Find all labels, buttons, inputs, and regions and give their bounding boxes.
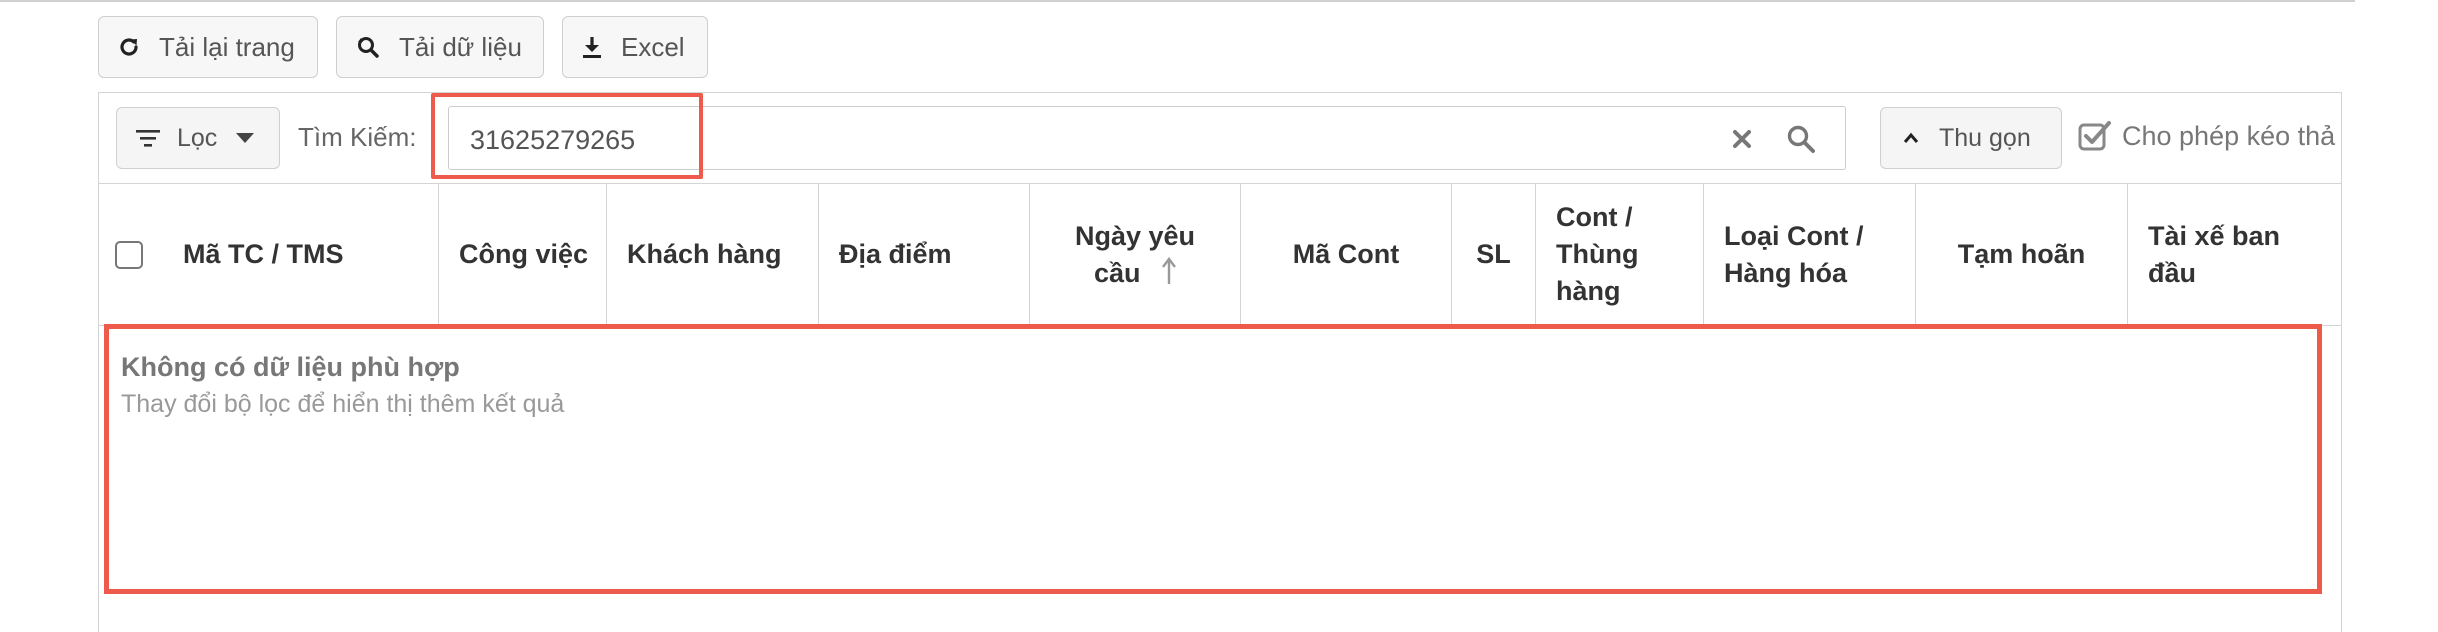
col-header-khach-hang[interactable]: Khách hàng <box>606 183 818 326</box>
filter-icon <box>136 130 160 147</box>
clear-search-icon[interactable] <box>1732 129 1752 149</box>
collapse-button[interactable]: Thu gọn <box>1880 107 2062 169</box>
col-header-cont-thung-hang[interactable]: Cont / Thùng hàng <box>1535 183 1703 326</box>
refresh-icon <box>120 38 138 56</box>
sort-ascending-icon <box>1162 256 1176 284</box>
reload-page-button[interactable]: Tải lại trang <box>98 16 318 78</box>
chevron-up-icon <box>1903 132 1919 143</box>
caret-down-icon <box>236 133 255 143</box>
checkbox-checked-icon[interactable] <box>2078 120 2112 152</box>
allow-drag-option[interactable]: Cho phép kéo thả <box>2078 120 2335 152</box>
col-header-ngay-yeu-cau[interactable]: Ngày yêu cầu <box>1029 183 1240 326</box>
allow-drag-label: Cho phép kéo thả <box>2122 120 2336 151</box>
col-header-cong-viec[interactable]: Công việc <box>438 183 606 326</box>
col-header-dia-diem[interactable]: Địa điểm <box>818 183 1029 326</box>
load-data-button[interactable]: Tải dữ liệu <box>336 16 544 78</box>
download-icon <box>583 37 601 58</box>
excel-export-button[interactable]: Excel <box>562 16 708 78</box>
select-all-checkbox[interactable] <box>115 241 143 269</box>
search-label: Tìm Kiếm: <box>298 122 417 152</box>
filter-label: Lọc <box>177 123 218 152</box>
search-sync-icon <box>358 37 379 58</box>
search-icon[interactable] <box>1786 124 1816 154</box>
reload-page-label: Tải lại trang <box>159 31 295 62</box>
collapse-label: Thu gọn <box>1939 123 2031 152</box>
excel-export-label: Excel <box>621 31 685 62</box>
col-header-ma-tc[interactable]: Mã TC / TMS <box>163 183 438 326</box>
load-data-label: Tải dữ liệu <box>399 31 522 62</box>
filter-dropdown-button[interactable]: Lọc <box>116 107 280 169</box>
search-highlight-box <box>431 93 703 179</box>
col-header-loai-cont[interactable]: Loại Cont / Hàng hóa <box>1703 183 1915 326</box>
col-header-tam-hoan[interactable]: Tạm hoãn <box>1915 183 2127 326</box>
col-header-sl[interactable]: SL <box>1451 183 1535 326</box>
top-divider <box>0 0 2355 2</box>
empty-result-highlight-box <box>104 324 2322 594</box>
col-header-ma-cont[interactable]: Mã Cont <box>1240 183 1451 326</box>
col-header-tai-xe-ban-dau[interactable]: Tài xế ban đầu <box>2127 183 2342 326</box>
